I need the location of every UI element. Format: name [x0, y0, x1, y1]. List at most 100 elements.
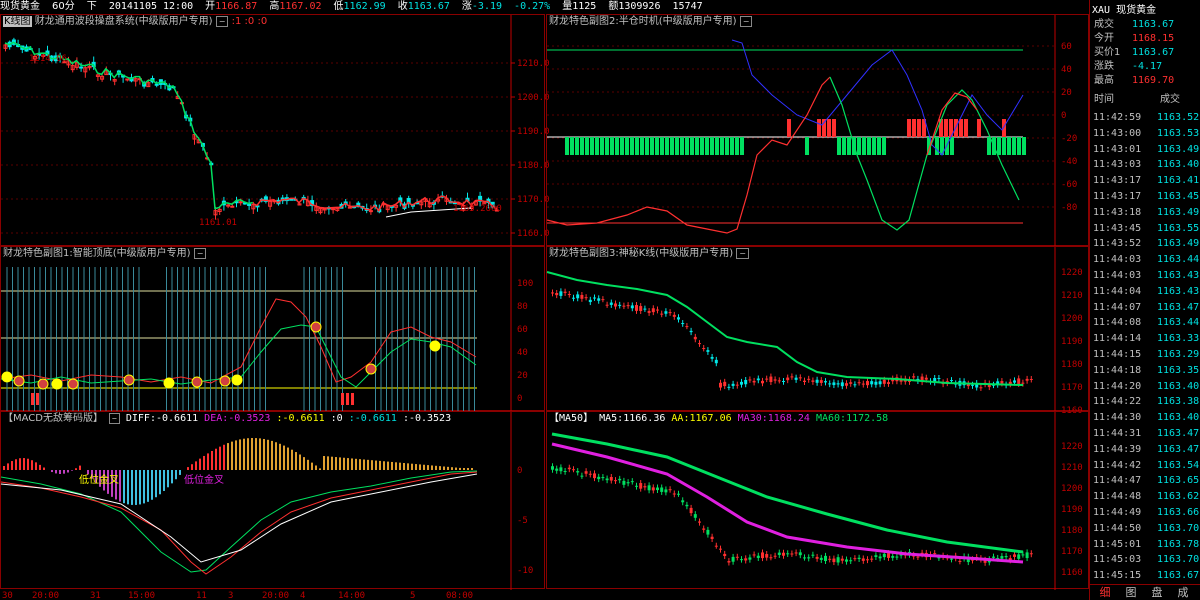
trade-row[interactable]: 11:45:03 1163.70: [1091, 553, 1199, 567]
trade-row[interactable]: 11:44:30 1163.40: [1091, 411, 1199, 425]
candle-body: [723, 381, 727, 387]
quote-tab[interactable]: 细: [1095, 586, 1115, 600]
sub-chart-1-panel[interactable]: 财龙特色副图1:智能顶底(中级版用户专用) − 100 80 60 40 20 0: [0, 246, 545, 412]
trade-row[interactable]: 11:45:01 1163.78: [1091, 538, 1199, 552]
time-tick-label: 14:00: [338, 591, 365, 600]
trade-row[interactable]: 11:44:08 1163.44: [1091, 316, 1199, 330]
trade-row[interactable]: 11:43:00 1163.53: [1091, 127, 1199, 141]
signal-dot: [37, 378, 49, 390]
candle-body: [685, 326, 689, 328]
candle-body: [593, 473, 596, 479]
trade-row[interactable]: 11:43:17 1163.41: [1091, 174, 1199, 188]
signal-bar-red: [346, 393, 349, 405]
trade-row[interactable]: 11:44:18 1163.35: [1091, 364, 1199, 378]
trade-row[interactable]: 11:44:03 1163.44: [1091, 253, 1199, 267]
candle-body: [706, 529, 710, 535]
candle-body: [559, 467, 563, 472]
signal-bar-red: [31, 393, 34, 405]
trade-row[interactable]: 11:44:14 1163.33: [1091, 332, 1199, 346]
candle-body: [572, 469, 575, 471]
macd-panel[interactable]: 【MACD无敌筹码版】 − DIFF:-0.6611 DEA:-0.3523 :…: [0, 411, 545, 590]
trade-row[interactable]: 11:44:31 1163.47: [1091, 427, 1199, 441]
value-tick-label: 20: [1061, 88, 1072, 98]
signal-bar-green: [1007, 137, 1011, 155]
trade-row[interactable]: 11:43:17 1163.45: [1091, 190, 1199, 204]
candle-body: [1004, 556, 1008, 558]
signal-bar-green: [585, 137, 589, 155]
candle-body: [605, 478, 609, 481]
signal-bar-green: [615, 137, 619, 155]
trade-row[interactable]: 11:43:01 1163.49: [1091, 143, 1199, 157]
price-tick-label: 1170.0: [517, 195, 550, 205]
value-tick-label: 40: [1061, 65, 1072, 75]
ma-panel[interactable]: 【MA50】 MA5:1166.36 AA:1167.06 MA30:1168.…: [546, 411, 1089, 590]
trade-row[interactable]: 11:43:18 1163.49: [1091, 206, 1199, 220]
trade-price: 1163.35: [1157, 364, 1200, 376]
candle-body: [614, 480, 617, 482]
value-tick-label: 0: [517, 466, 522, 476]
trade-row[interactable]: 11:44:03 1163.43: [1091, 269, 1199, 283]
candle-body: [609, 302, 613, 305]
candle-body: [912, 376, 916, 378]
candle-body: [597, 298, 601, 301]
trade-row[interactable]: 11:44:07 1163.47: [1091, 301, 1199, 315]
price-tick-label: 1180: [1061, 360, 1083, 370]
candle-body: [887, 553, 890, 558]
trade-row[interactable]: 11:43:03 1163.40: [1091, 158, 1199, 172]
trade-row[interactable]: 11:44:48 1163.62: [1091, 490, 1199, 504]
trade-row[interactable]: 11:43:45 1163.55: [1091, 222, 1199, 236]
candle-body: [828, 558, 832, 560]
price-tick-label: 1170: [1061, 547, 1083, 557]
trade-row[interactable]: 11:45:15 1163.67: [1091, 569, 1199, 583]
sub-chart-2-panel[interactable]: 财龙特色副图2:半仓时机(中级版用户专用) − 60 40 20 0 -20 -40 -60…: [546, 14, 1089, 247]
candle-body: [958, 560, 962, 562]
candle-body: [677, 493, 680, 495]
trade-row[interactable]: 11:44:49 1163.66: [1091, 506, 1199, 520]
candle-body: [635, 305, 638, 311]
trade-row[interactable]: 11:44:47 1163.65: [1091, 474, 1199, 488]
signal-dot: [67, 378, 79, 390]
quote-row: 涨跌 -4.17: [1092, 60, 1199, 74]
candle-body: [693, 336, 697, 340]
trade-row[interactable]: 11:43:52 1163.49: [1091, 237, 1199, 251]
quote-tab[interactable]: 盘: [1147, 586, 1167, 600]
signal-bar-green: [700, 137, 704, 155]
quote-row: 最高 1169.70: [1092, 74, 1199, 88]
candle-body: [609, 476, 613, 481]
value-tick-label: 40: [517, 348, 528, 358]
period-label[interactable]: 60分: [52, 1, 75, 12]
candle-body: [769, 376, 773, 383]
trade-row[interactable]: 11:44:20 1163.40: [1091, 380, 1199, 394]
candle-body: [630, 481, 634, 483]
signal-dot: [51, 378, 63, 390]
trade-row[interactable]: 11:44:39 1163.47: [1091, 443, 1199, 457]
trade-row[interactable]: 11:42:59 1163.52: [1091, 111, 1199, 125]
time-tick-label: 11: [196, 591, 207, 600]
signal-dot: [429, 340, 441, 352]
quote-tab[interactable]: 图: [1121, 586, 1141, 600]
signal-bar-green: [842, 137, 846, 155]
signal-bar-green: [720, 137, 724, 155]
candle-body: [289, 198, 294, 201]
trade-price: 1163.62: [1157, 491, 1200, 503]
candle-body: [761, 380, 764, 384]
trade-row[interactable]: 11:44:04 1163.43: [1091, 285, 1199, 299]
candle-body: [125, 78, 130, 81]
candle-body: [744, 379, 748, 385]
signal-dot: [13, 375, 25, 387]
candle-body: [832, 382, 836, 386]
trade-row[interactable]: 11:44:15 1163.29: [1091, 348, 1199, 362]
quote-field-value: 1163.67: [1132, 47, 1175, 58]
signal-bar-red: [959, 119, 963, 137]
sub-chart-3-panel[interactable]: 财龙特色副图3:神秘K线(中级版用户专用) − 1220 1210 1200 1190…: [546, 246, 1089, 416]
candle-body: [794, 377, 798, 380]
candle-body: [651, 308, 655, 313]
change-pct: -0.27%: [514, 1, 551, 12]
trade-row[interactable]: 11:44:50 1163.70: [1091, 522, 1199, 536]
low-value: 1162.99: [343, 1, 386, 12]
trade-row[interactable]: 11:44:42 1163.54: [1091, 459, 1199, 473]
candle-body: [580, 294, 584, 299]
quote-tab[interactable]: 成: [1173, 586, 1193, 600]
main-kline-panel[interactable]: K线图 财龙通用波段操盘系统(中级版用户专用) − :1 :0 :0 1210.…: [0, 14, 550, 247]
trade-row[interactable]: 11:44:22 1163.38: [1091, 395, 1199, 409]
